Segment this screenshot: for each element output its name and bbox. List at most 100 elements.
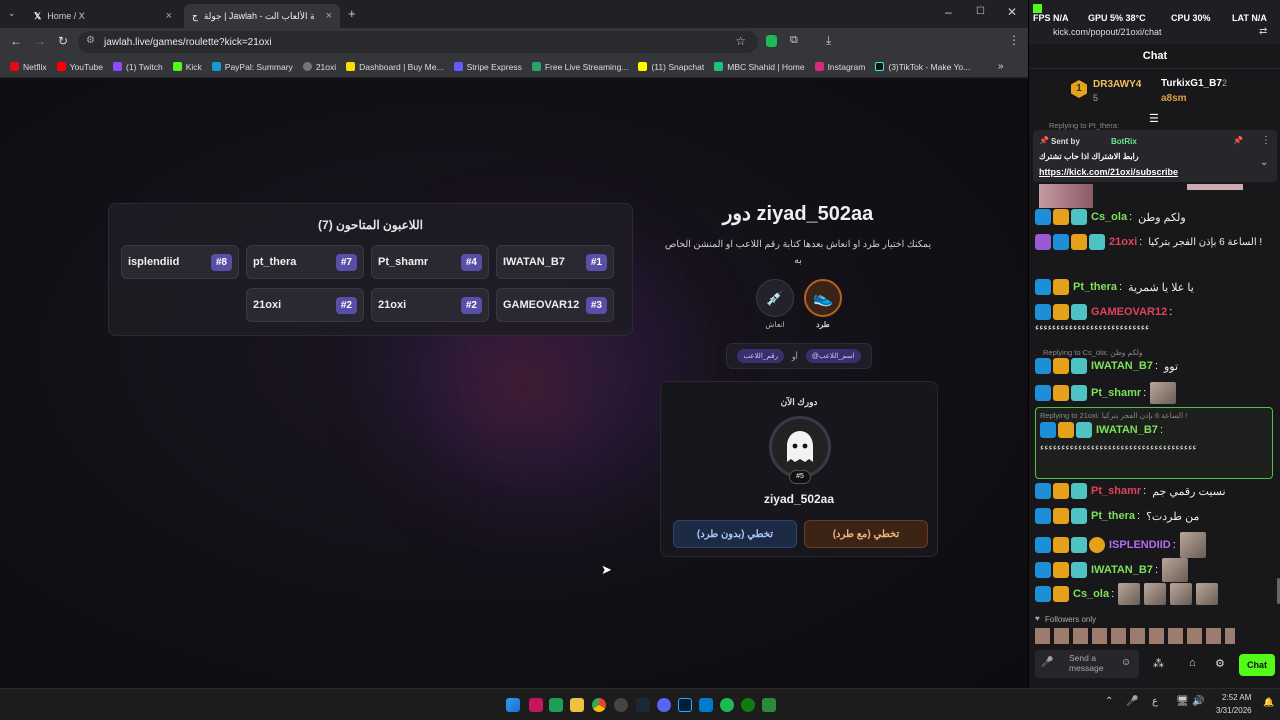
bookmark-netflix[interactable]: Netflix bbox=[10, 62, 47, 72]
turn-title: دور ziyad_502aa bbox=[722, 203, 874, 225]
bookmark-paypal[interactable]: PayPal: Summary bbox=[211, 62, 293, 72]
bookmark-instagram[interactable]: Instagram bbox=[814, 62, 865, 72]
bookmark-stripe[interactable]: Stripe Express bbox=[453, 62, 522, 72]
volume-icon[interactable]: 🔊 bbox=[1192, 696, 1204, 707]
bookmark-star-icon[interactable]: ☆ bbox=[735, 34, 746, 48]
app-icon[interactable] bbox=[762, 698, 776, 712]
bookmark-shahid[interactable]: MBC Shahid | Home bbox=[714, 62, 805, 72]
close-icon[interactable]: × bbox=[326, 10, 332, 22]
bookmark-youtube[interactable]: YouTube bbox=[56, 62, 103, 72]
revive-action-button[interactable]: 💉 bbox=[756, 279, 794, 317]
chat-username[interactable]: ISPLENDIID bbox=[1109, 539, 1171, 551]
tab-title: Home / X bbox=[47, 11, 85, 21]
chat-username[interactable]: Pt_thera bbox=[1091, 510, 1135, 522]
kick-action-button[interactable]: 👟 bbox=[804, 279, 842, 317]
chat-username[interactable]: IWATAN_B7 bbox=[1091, 564, 1153, 576]
chat-username[interactable]: Cs_ola bbox=[1091, 211, 1127, 223]
bookmark-kick[interactable]: Kick bbox=[172, 62, 202, 72]
bookmark-streaming[interactable]: Free Live Streaming... bbox=[531, 62, 628, 72]
netflix-icon bbox=[10, 62, 19, 71]
community-icon[interactable]: ⁂ bbox=[1153, 657, 1164, 670]
clock-date[interactable]: 3/31/2026 bbox=[1216, 706, 1252, 715]
chat-username[interactable]: IWATAN_B7 bbox=[1096, 424, 1158, 436]
pinned-link[interactable]: https://kick.com/21oxi/subscribe bbox=[1039, 167, 1178, 177]
microphone-tray-icon[interactable]: 🎤 bbox=[1126, 696, 1138, 707]
url-field[interactable]: ⚙ jawlah.live/games/roulette?kick=21oxi … bbox=[78, 31, 758, 53]
download-icon[interactable]: ⤓ bbox=[826, 33, 831, 48]
skip-without-kick-button[interactable]: تخطي (بدون طرد) bbox=[673, 520, 797, 548]
player-chip[interactable]: pt_thera #7 bbox=[246, 245, 364, 279]
chat-username[interactable]: 21oxi bbox=[1109, 236, 1137, 248]
new-tab-icon[interactable]: + bbox=[348, 6, 356, 21]
tab-x[interactable]: 𝕏 Home / X × bbox=[26, 4, 180, 28]
emoji-icon[interactable]: ☺ bbox=[1121, 657, 1131, 668]
chat-username[interactable]: Pt_thera bbox=[1073, 281, 1117, 293]
chat-username[interactable]: Cs_ola bbox=[1073, 588, 1109, 600]
keyboard-language-icon[interactable]: ع bbox=[1152, 696, 1158, 707]
chrome-icon[interactable] bbox=[592, 698, 606, 712]
message-input[interactable]: 🎤 Send a message ☺ bbox=[1035, 650, 1139, 678]
leader-name[interactable]: TurkixG1_B7 bbox=[1161, 78, 1222, 89]
send-chat-button[interactable]: Chat bbox=[1239, 654, 1275, 676]
chat-username[interactable]: GAMEOVAR12 bbox=[1091, 306, 1167, 318]
close-icon[interactable]: × bbox=[166, 10, 172, 22]
minimize-icon[interactable]: – bbox=[945, 5, 952, 19]
translate-icon[interactable]: ⇄ bbox=[1259, 26, 1267, 37]
chevron-down-icon[interactable]: ⌄ bbox=[1260, 157, 1268, 168]
player-chip[interactable]: 21oxi #2 bbox=[371, 288, 489, 322]
photoshop-icon[interactable] bbox=[678, 698, 692, 712]
menu-dots-icon[interactable]: ⋮ bbox=[1008, 33, 1020, 47]
extension-shield-icon[interactable] bbox=[766, 35, 777, 47]
clock-time[interactable]: 2:52 AM bbox=[1222, 693, 1251, 702]
tab-jawlah[interactable]: ج جولة | Jawlah - منصة الألعاب الت... × bbox=[184, 4, 340, 28]
close-window-icon[interactable]: ✕ bbox=[1007, 5, 1017, 19]
app-icon[interactable] bbox=[529, 698, 543, 712]
tab-list-chevron-icon[interactable]: ⌄ bbox=[8, 8, 16, 19]
forward-icon[interactable]: → bbox=[34, 34, 46, 48]
chat-username[interactable]: IWATAN_B7 bbox=[1091, 360, 1153, 372]
extensions-icon[interactable]: ⧉ bbox=[790, 34, 798, 47]
store-icon[interactable]: ⌂ bbox=[1189, 657, 1196, 669]
more-options-icon[interactable]: ⋮ bbox=[1261, 135, 1271, 146]
player-chip[interactable]: IWATAN_B7 #1 bbox=[496, 245, 614, 279]
maximize-icon[interactable]: ☐ bbox=[976, 6, 985, 17]
reply-context: Replying to Cs_ola: ولكم وطن bbox=[1043, 348, 1143, 357]
leader-name[interactable]: DR3AWY4 bbox=[1093, 79, 1141, 90]
leader-name[interactable]: a8sm bbox=[1161, 93, 1187, 104]
obs-icon[interactable] bbox=[614, 698, 628, 712]
player-chip[interactable]: isplendiid #8 bbox=[121, 245, 239, 279]
player-chip[interactable]: Pt_shamr #4 bbox=[371, 245, 489, 279]
app-icon[interactable] bbox=[549, 698, 563, 712]
network-icon[interactable]: 🖥 bbox=[1176, 696, 1189, 707]
bookmark-twitch[interactable]: (1) Twitch bbox=[113, 62, 163, 72]
bookmark-buymeacoffee[interactable]: Dashboard | Buy Me... bbox=[346, 62, 444, 72]
windows-start-icon[interactable] bbox=[506, 698, 520, 712]
notification-bell-icon[interactable]: 🔔 bbox=[1263, 697, 1274, 708]
chat-username[interactable]: Pt_shamr bbox=[1091, 485, 1141, 497]
filter-icon[interactable]: ☰ bbox=[1149, 112, 1159, 125]
rank-one-icon: 1 bbox=[1071, 80, 1087, 98]
back-icon[interactable]: ← bbox=[10, 34, 22, 48]
reload-icon[interactable]: ↻ bbox=[58, 34, 68, 48]
skip-with-kick-button[interactable]: تخطي (مع طرد) bbox=[804, 520, 928, 548]
bookmark-tiktok[interactable]: (3)TikTok - Make Yo... bbox=[875, 62, 970, 72]
chat-username[interactable]: Pt_shamr bbox=[1091, 387, 1141, 399]
bookmark-snapchat[interactable]: (11) Snapchat bbox=[638, 62, 704, 72]
xbox-icon[interactable] bbox=[741, 698, 755, 712]
player-chip[interactable]: 21oxi #2 bbox=[246, 288, 364, 322]
spotify-icon[interactable] bbox=[720, 698, 734, 712]
bookmark-21oxi[interactable]: 21oxi bbox=[302, 62, 336, 72]
site-info-icon[interactable]: ⚙ bbox=[86, 35, 95, 46]
emote bbox=[1150, 382, 1177, 404]
steam-icon[interactable] bbox=[636, 698, 650, 712]
settings-gear-icon[interactable]: ⚙ bbox=[1215, 657, 1225, 670]
more-bookmarks-icon[interactable]: » bbox=[998, 61, 1004, 72]
subscriber-badge-icon bbox=[1071, 304, 1087, 320]
vscode-icon[interactable] bbox=[699, 698, 713, 712]
player-chip[interactable]: GAMEOVAR12 #3 bbox=[496, 288, 614, 322]
tray-chevron-icon[interactable]: ⌃ bbox=[1105, 696, 1113, 707]
microphone-icon[interactable]: 🎤 bbox=[1041, 657, 1053, 668]
file-explorer-icon[interactable] bbox=[570, 698, 584, 712]
discord-icon[interactable] bbox=[657, 698, 671, 712]
unpin-icon[interactable]: 📌 bbox=[1233, 136, 1243, 145]
